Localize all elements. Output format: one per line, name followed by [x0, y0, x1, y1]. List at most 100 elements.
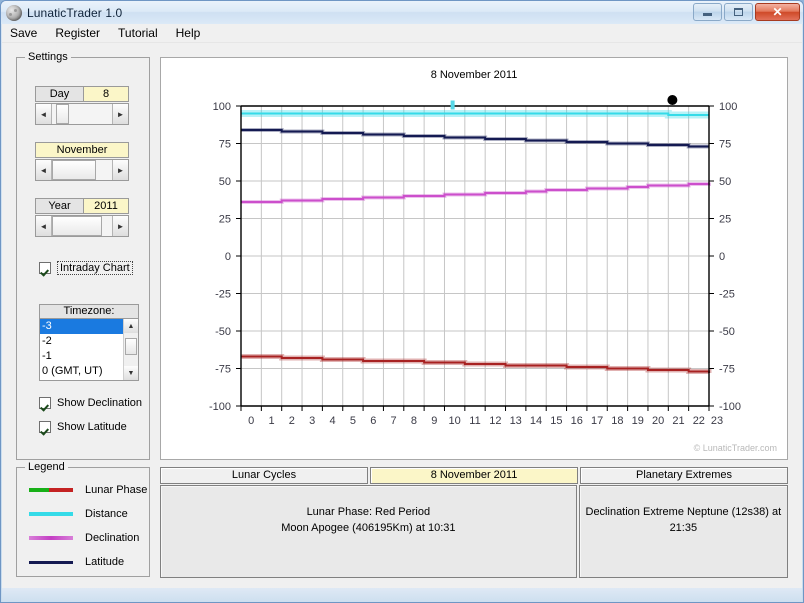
svg-text:6: 6: [370, 415, 376, 427]
day-increment-arrow-icon[interactable]: ►: [112, 104, 128, 124]
svg-text:0: 0: [225, 251, 231, 263]
svg-text:75: 75: [719, 139, 731, 151]
svg-text:5: 5: [350, 415, 356, 427]
timezone-scrollbar[interactable]: ▲ ▼: [123, 319, 138, 380]
day-scrollbar[interactable]: ◄ ►: [35, 103, 129, 125]
day-display: Day 8: [35, 86, 129, 102]
checkbox-icon[interactable]: [39, 397, 51, 409]
year-scrollbar[interactable]: ◄ ►: [35, 215, 129, 237]
year-track[interactable]: [52, 216, 112, 236]
tab-planetary-extremes[interactable]: Planetary Extremes: [580, 467, 788, 484]
chart-watermark: © LunaticTrader.com: [693, 443, 777, 453]
legend-swatch-latitude: [29, 560, 73, 564]
chart-panel: 8 November 2011 100 100 75 75 50 50 25 25 0 0 -25-…: [160, 57, 788, 460]
svg-text:50: 50: [719, 176, 731, 188]
svg-text:25: 25: [719, 214, 731, 226]
menu-item-tutorial[interactable]: Tutorial: [110, 24, 166, 42]
intraday-chart-checkbox[interactable]: Intraday Chart: [39, 261, 133, 275]
svg-text:17: 17: [591, 415, 603, 427]
timezone-scroll-thumb[interactable]: [125, 338, 137, 355]
timezone-listbox[interactable]: Timezone: -3 -2 -1 0 (GMT, UT) ▲ ▼: [39, 304, 139, 381]
legend-group-title: Legend: [25, 461, 68, 473]
year-decrement-arrow-icon[interactable]: ◄: [36, 216, 52, 236]
svg-text:3: 3: [309, 415, 315, 427]
svg-text:9: 9: [431, 415, 437, 427]
window-controls: ✕: [693, 3, 800, 21]
show-latitude-checkbox[interactable]: Show Latitude: [39, 421, 127, 433]
close-button[interactable]: ✕: [755, 3, 800, 21]
info-tabstrip: Lunar Cycles 8 November 2011 Planetary E…: [160, 467, 788, 484]
timezone-option[interactable]: -1: [40, 349, 123, 364]
svg-text:19: 19: [632, 415, 644, 427]
menu-item-help[interactable]: Help: [168, 24, 209, 42]
application-window: LunaticTrader 1.0 ✕ Save Register Tutori…: [0, 0, 804, 603]
svg-text:-25: -25: [719, 289, 735, 301]
client-area: Settings Day 8 ◄ ► November ◄ ► Year 201…: [2, 43, 802, 588]
tab-lunar-cycles[interactable]: Lunar Cycles: [160, 467, 368, 484]
timezone-option[interactable]: 0 (GMT, UT): [40, 364, 123, 379]
menu-item-register[interactable]: Register: [47, 24, 108, 42]
legend-item-distance: Distance: [29, 508, 128, 520]
minimize-button[interactable]: [693, 3, 722, 21]
checkbox-icon[interactable]: [39, 262, 51, 274]
legend-swatch-lunar-phase: [29, 488, 73, 492]
timezone-header: Timezone:: [39, 304, 139, 319]
timezone-option-selected[interactable]: -3: [40, 319, 123, 334]
month-scrollbar[interactable]: ◄ ►: [35, 159, 129, 181]
svg-text:10: 10: [449, 415, 461, 427]
show-latitude-label: Show Latitude: [57, 421, 127, 433]
day-track[interactable]: [52, 104, 112, 124]
svg-text:1: 1: [268, 415, 274, 427]
svg-text:-100: -100: [719, 401, 741, 413]
svg-text:14: 14: [530, 415, 542, 427]
day-spinner[interactable]: Day 8 ◄ ►: [35, 86, 129, 125]
legend-label-latitude: Latitude: [85, 556, 125, 568]
day-decrement-arrow-icon[interactable]: ◄: [36, 104, 52, 124]
timezone-options: -3 -2 -1 0 (GMT, UT): [40, 319, 123, 380]
moon-icon: [6, 4, 22, 21]
declination-extreme-text: Declination Extreme Neptune (12s38) at 2…: [585, 506, 782, 534]
svg-text:75: 75: [219, 139, 231, 151]
day-thumb[interactable]: [56, 104, 69, 124]
month-thumb[interactable]: [52, 160, 96, 180]
year-display: Year 2011: [35, 198, 129, 214]
intraday-chart-label: Intraday Chart: [57, 261, 133, 275]
scroll-up-arrow-icon[interactable]: ▲: [124, 319, 138, 333]
svg-text:100: 100: [719, 101, 737, 113]
svg-text:12: 12: [489, 415, 501, 427]
month-value: November: [36, 143, 128, 157]
window-title: LunaticTrader 1.0: [27, 5, 123, 20]
checkbox-icon[interactable]: [39, 421, 51, 433]
svg-text:13: 13: [510, 415, 522, 427]
month-track[interactable]: [52, 160, 112, 180]
scroll-down-arrow-icon[interactable]: ▼: [124, 366, 138, 380]
year-label: Year: [36, 199, 84, 213]
month-display: November: [35, 142, 129, 158]
info-panes: Lunar Phase: Red Period Moon Apogee (406…: [160, 485, 788, 578]
svg-text:-75: -75: [215, 364, 231, 376]
maximize-button[interactable]: [724, 3, 753, 21]
timezone-option[interactable]: -2: [40, 334, 123, 349]
svg-text:20: 20: [652, 415, 664, 427]
svg-text:0: 0: [719, 251, 725, 263]
year-thumb[interactable]: [52, 216, 102, 236]
show-declination-checkbox[interactable]: Show Declination: [39, 397, 142, 409]
title-bar: LunaticTrader 1.0 ✕: [1, 1, 803, 24]
month-decrement-arrow-icon[interactable]: ◄: [36, 160, 52, 180]
legend-label-distance: Distance: [85, 508, 128, 520]
legend-label-lunar-phase: Lunar Phase: [85, 484, 148, 496]
year-spinner[interactable]: Year 2011 ◄ ►: [35, 198, 129, 237]
tab-current-date[interactable]: 8 November 2011: [370, 467, 578, 484]
year-increment-arrow-icon[interactable]: ►: [112, 216, 128, 236]
svg-text:-75: -75: [719, 364, 735, 376]
svg-text:50: 50: [219, 176, 231, 188]
pane-planetary-extremes: Declination Extreme Neptune (12s38) at 2…: [578, 485, 788, 578]
timezone-list[interactable]: -3 -2 -1 0 (GMT, UT) ▲ ▼: [39, 319, 139, 381]
year-value: 2011: [84, 199, 128, 213]
month-increment-arrow-icon[interactable]: ►: [112, 160, 128, 180]
month-spinner[interactable]: November ◄ ►: [35, 142, 129, 181]
legend-swatch-declination: [29, 536, 73, 540]
menu-item-save[interactable]: Save: [2, 24, 45, 42]
svg-text:16: 16: [571, 415, 583, 427]
day-value: 8: [84, 87, 128, 101]
